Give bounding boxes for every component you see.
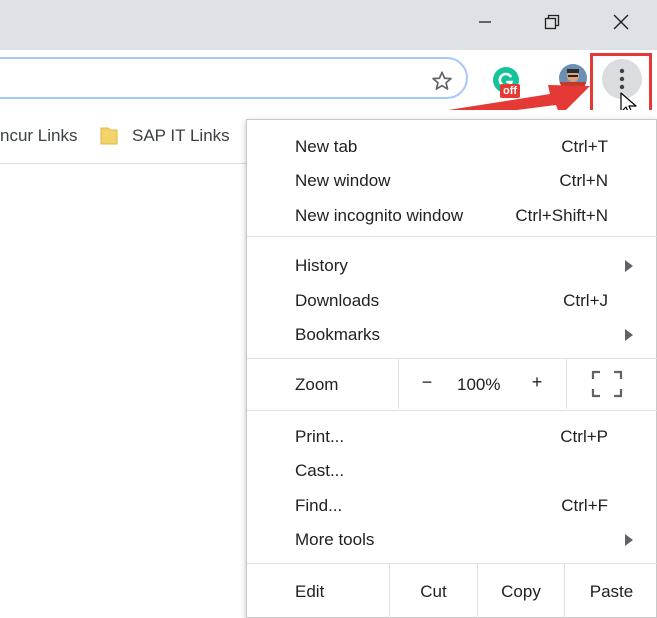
cut-button[interactable]: Cut <box>389 564 477 618</box>
menu-item-shortcut: Ctrl+N <box>559 171 608 190</box>
close-icon <box>613 14 629 30</box>
menu-item-shortcut: Ctrl+P <box>560 427 608 446</box>
zoom-divider <box>566 359 567 409</box>
menu-item-shortcut: Ctrl+J <box>563 291 608 310</box>
menu-separator <box>247 410 657 411</box>
zoom-label: Zoom <box>295 375 339 394</box>
menu-item-new-tab[interactable]: New tab Ctrl+T <box>247 129 657 163</box>
menu-item-label: More tools <box>295 530 375 549</box>
menu-item-label: Print... <box>295 427 345 446</box>
bookmark-sap-it-links[interactable]: SAP IT Links <box>100 126 230 146</box>
minimize-icon <box>479 21 491 23</box>
bookmark-label: SAP IT Links <box>132 126 230 145</box>
fullscreen-button[interactable] <box>591 370 623 398</box>
address-bar[interactable] <box>0 57 468 99</box>
menu-item-more-tools[interactable]: More tools <box>247 522 657 556</box>
submenu-arrow-icon <box>625 534 633 546</box>
menu-item-print[interactable]: Print... Ctrl+P <box>247 419 657 453</box>
submenu-arrow-icon <box>625 329 633 341</box>
menu-item-find[interactable]: Find... Ctrl+F <box>247 488 657 522</box>
submenu-arrow-icon <box>625 260 633 272</box>
minimize-button[interactable] <box>462 0 508 44</box>
menu-item-label: New tab <box>295 137 358 156</box>
zoom-out-button[interactable]: − <box>415 372 439 396</box>
copy-button[interactable]: Copy <box>477 564 564 618</box>
three-dot-menu-icon <box>619 68 625 90</box>
menu-item-label: New window <box>295 171 391 190</box>
folder-icon <box>100 127 118 145</box>
bookmark-concur-links[interactable]: ncur Links <box>0 126 77 146</box>
menu-item-cast[interactable]: Cast... <box>247 453 657 487</box>
close-button[interactable] <box>598 0 644 44</box>
restore-icon <box>544 14 560 30</box>
restore-button[interactable] <box>529 0 575 44</box>
menu-separator <box>247 236 657 237</box>
menu-item-downloads[interactable]: Downloads Ctrl+J <box>247 283 657 317</box>
zoom-level: 100% <box>457 375 501 394</box>
chrome-menu: New tab Ctrl+T New window Ctrl+N New inc… <box>246 119 657 618</box>
zoom-divider <box>398 359 399 409</box>
title-bar <box>0 0 657 50</box>
menu-item-label: History <box>295 256 348 275</box>
fullscreen-icon <box>591 370 623 398</box>
menu-item-label: Bookmarks <box>295 325 381 344</box>
menu-item-new-window[interactable]: New window Ctrl+N <box>247 163 657 197</box>
menu-item-shortcut: Ctrl+T <box>561 137 608 156</box>
menu-item-label: Downloads <box>295 291 380 310</box>
paste-button[interactable]: Paste <box>564 564 657 618</box>
menu-item-label: Cast... <box>295 461 345 480</box>
edit-label: Edit <box>295 582 325 601</box>
menu-item-shortcut: Ctrl+F <box>561 496 608 515</box>
menu-item-history[interactable]: History <box>247 248 657 282</box>
menu-item-new-incognito-window[interactable]: New incognito window Ctrl+Shift+N <box>247 198 657 232</box>
menu-item-bookmarks[interactable]: Bookmarks <box>247 317 657 351</box>
bookmark-label: ncur Links <box>0 126 78 145</box>
menu-item-shortcut: Ctrl+Shift+N <box>515 206 608 225</box>
zoom-in-button[interactable]: + <box>525 372 549 396</box>
menu-item-label: Find... <box>295 496 343 515</box>
menu-item-label: New incognito window <box>295 206 464 225</box>
edit-row: Edit Cut Copy Paste <box>247 564 657 618</box>
